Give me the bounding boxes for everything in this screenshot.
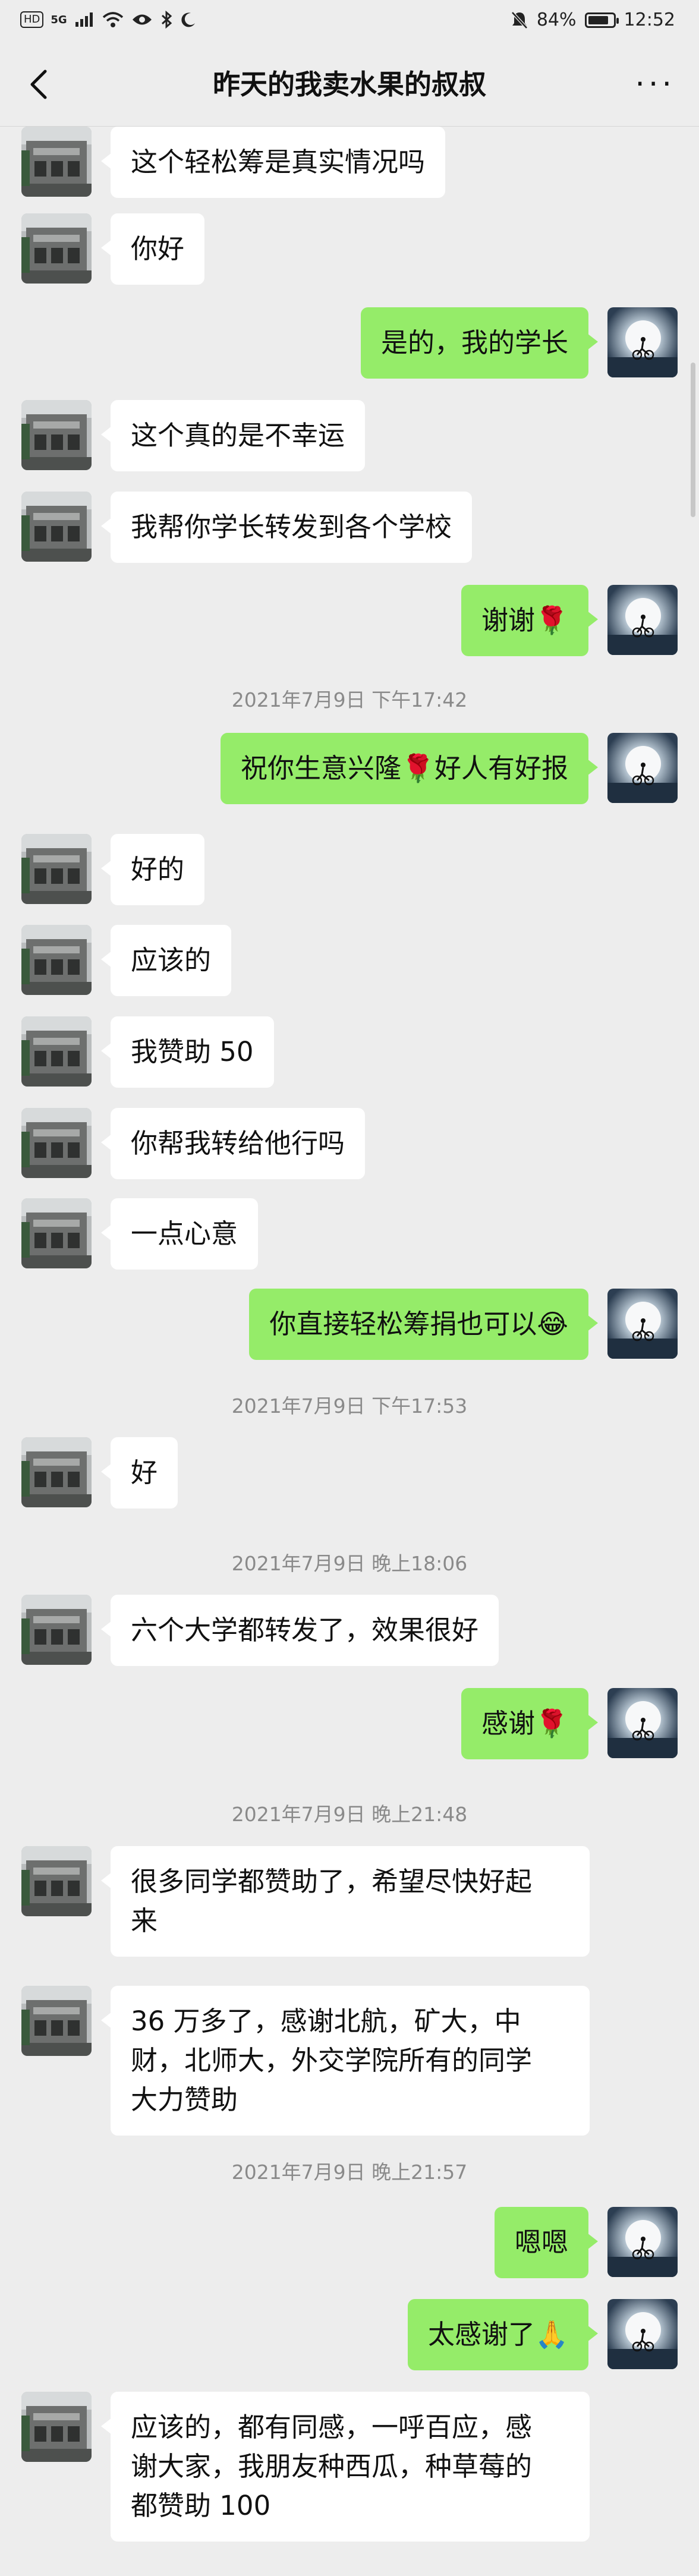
message-bubble[interactable]: 36 万多了，感谢北航，矿大，中 财，北师大，外交学院所有的同学 大力赞助 — [101, 1986, 590, 2136]
message-bubble[interactable]: 是的，我的学长 — [360, 307, 599, 379]
message-line: 很多同学都赞助了，希望尽快好起 — [131, 1866, 533, 1897]
message-bubble[interactable]: 我赞助 50 — [101, 1016, 274, 1088]
contact-avatar[interactable] — [21, 1437, 92, 1507]
contact-avatar[interactable] — [21, 1595, 92, 1665]
message-text: 祝你生意兴隆 — [240, 752, 401, 784]
message-text: 你好 — [131, 233, 185, 264]
my-avatar[interactable] — [607, 307, 678, 377]
message-line: 大力赞助 — [131, 2084, 238, 2115]
contact-avatar[interactable] — [21, 400, 92, 470]
bluetooth-icon — [161, 11, 172, 29]
emoji-icon: 😂 — [537, 1308, 568, 1340]
timestamp: 2021年7月9日 下午17:42 — [231, 688, 468, 711]
timestamp: 2021年7月9日 晚上18:06 — [231, 1552, 468, 1575]
status-time: 12:52 — [624, 10, 675, 30]
message-text: 好的 — [131, 854, 185, 885]
message-bubble[interactable]: 应该的，都有同感，一呼百应，感 谢大家，我朋友种西瓜，种草莓的 都赞助 100 — [101, 2392, 590, 2542]
emoji-icon: 🌹 — [401, 752, 434, 784]
message-bubble[interactable]: 感谢🌹 — [461, 1688, 599, 1759]
message-text: 嗯嗯 — [514, 2227, 568, 2258]
message-bubble[interactable]: 嗯嗯 — [494, 2207, 599, 2278]
message-line: 应该的，都有同感，一呼百应，感 — [131, 2411, 533, 2443]
message-line: 36 万多了，感谢北航，矿大，中 — [131, 2005, 521, 2037]
status-bar: HD 5G 84% 12:52 — [0, 0, 699, 43]
message-text: 六个大学都转发了，效果很好 — [131, 1614, 479, 1646]
message-line: 谢大家，我朋友种西瓜，种草莓的 — [131, 2451, 533, 2482]
mute-bell-icon — [511, 11, 528, 29]
message-bubble[interactable]: 六个大学都转发了，效果很好 — [100, 1595, 499, 1666]
signal-icon — [75, 12, 93, 27]
message-bubble[interactable]: 你直接轻松筹捐也可以😂 — [249, 1289, 598, 1360]
message-bubble[interactable]: 一点心意 — [100, 1198, 259, 1270]
chat-header: 昨天的我卖水果的叔叔 ··· — [0, 43, 699, 127]
contact-avatar[interactable] — [21, 213, 92, 284]
my-avatar[interactable] — [607, 1688, 678, 1758]
contact-avatar[interactable] — [21, 127, 92, 197]
my-avatar[interactable] — [607, 585, 678, 655]
message-line: 财，北师大，外交学院所有的同学 — [131, 2045, 533, 2076]
message-text: 我赞助 50 — [131, 1036, 254, 1067]
emoji-icon: 🌹 — [534, 604, 568, 636]
contact-avatar[interactable] — [21, 1108, 92, 1178]
contact-avatar[interactable] — [21, 834, 92, 904]
message-text: 你帮我转给他行吗 — [131, 1128, 345, 1159]
contact-avatar[interactable] — [21, 492, 92, 562]
my-avatar[interactable] — [607, 2299, 678, 2369]
message-bubble[interactable]: 好 — [100, 1437, 178, 1509]
signal-5g-label: 5G — [51, 13, 67, 26]
emoji-icon: 🙏 — [534, 2319, 568, 2350]
message-text: 太感谢了 — [427, 2319, 535, 2350]
contact-avatar[interactable] — [21, 1198, 92, 1268]
contact-avatar[interactable] — [21, 1846, 92, 1916]
timestamp: 2021年7月9日 下午17:53 — [231, 1394, 468, 1418]
message-text: 好人有好报 — [434, 752, 568, 784]
message-bubble[interactable]: 应该的 — [100, 925, 232, 996]
message-text: 感谢 — [481, 1708, 535, 1739]
message-line: 来 — [131, 1905, 158, 1936]
message-text: 这个轻松筹是真实情况吗 — [131, 146, 426, 178]
chat-title: 昨天的我卖水果的叔叔 — [213, 68, 486, 100]
status-right: 84% 12:52 — [511, 10, 675, 30]
message-bubble[interactable]: 祝你生意兴隆🌹好人有好报 — [220, 733, 599, 804]
message-text: 是的，我的学长 — [380, 327, 568, 358]
message-bubble[interactable]: 你好 — [100, 213, 205, 285]
timestamp: 2021年7月9日 晚上21:48 — [231, 1803, 468, 1826]
message-bubble[interactable]: 我帮你学长转发到各个学校 — [100, 492, 473, 563]
my-avatar[interactable] — [607, 2207, 678, 2277]
battery-fill — [588, 15, 609, 24]
my-avatar[interactable] — [607, 1289, 678, 1359]
message-text: 你直接轻松筹捐也可以 — [269, 1308, 537, 1340]
emoji-icon: 🌹 — [534, 1708, 568, 1739]
message-bubble[interactable]: 这个真的是不幸运 — [100, 400, 366, 471]
battery-percent: 84% — [536, 10, 577, 30]
wifi-icon — [102, 12, 123, 27]
message-text: 谢谢 — [481, 604, 535, 636]
message-bubble[interactable]: 太感谢了🙏 — [407, 2299, 599, 2370]
message-text: 好 — [131, 1457, 158, 1488]
message-bubble[interactable]: 这个轻松筹是真实情况吗 — [100, 127, 446, 198]
moon-icon — [181, 12, 195, 27]
message-text: 一点心意 — [131, 1218, 238, 1249]
message-bubble[interactable]: 好的 — [100, 834, 205, 905]
contact-avatar[interactable] — [21, 2392, 92, 2462]
message-bubble[interactable]: 很多同学都赞助了，希望尽快好起来 — [101, 1846, 590, 1957]
message-bubble[interactable]: 谢谢🌹 — [461, 585, 599, 656]
hd-badge: HD — [20, 11, 44, 28]
message-text: 这个真的是不幸运 — [131, 420, 345, 451]
status-left: HD 5G — [20, 11, 197, 29]
eye-icon — [132, 14, 152, 25]
message-text: 我帮你学长转发到各个学校 — [131, 511, 452, 543]
contact-avatar[interactable] — [21, 925, 92, 995]
timestamp: 2021年7月9日 晚上21:57 — [231, 2161, 468, 2184]
message-text: 应该的 — [131, 944, 212, 976]
contact-avatar[interactable] — [21, 1986, 92, 2056]
contact-avatar[interactable] — [21, 1016, 92, 1087]
my-avatar[interactable] — [607, 733, 678, 803]
message-bubble[interactable]: 你帮我转给他行吗 — [100, 1108, 366, 1179]
scrollbar[interactable] — [691, 363, 695, 517]
more-options-icon[interactable]: ··· — [635, 67, 675, 102]
message-line: 都赞助 100 — [131, 2490, 271, 2521]
battery-icon — [584, 12, 619, 28]
